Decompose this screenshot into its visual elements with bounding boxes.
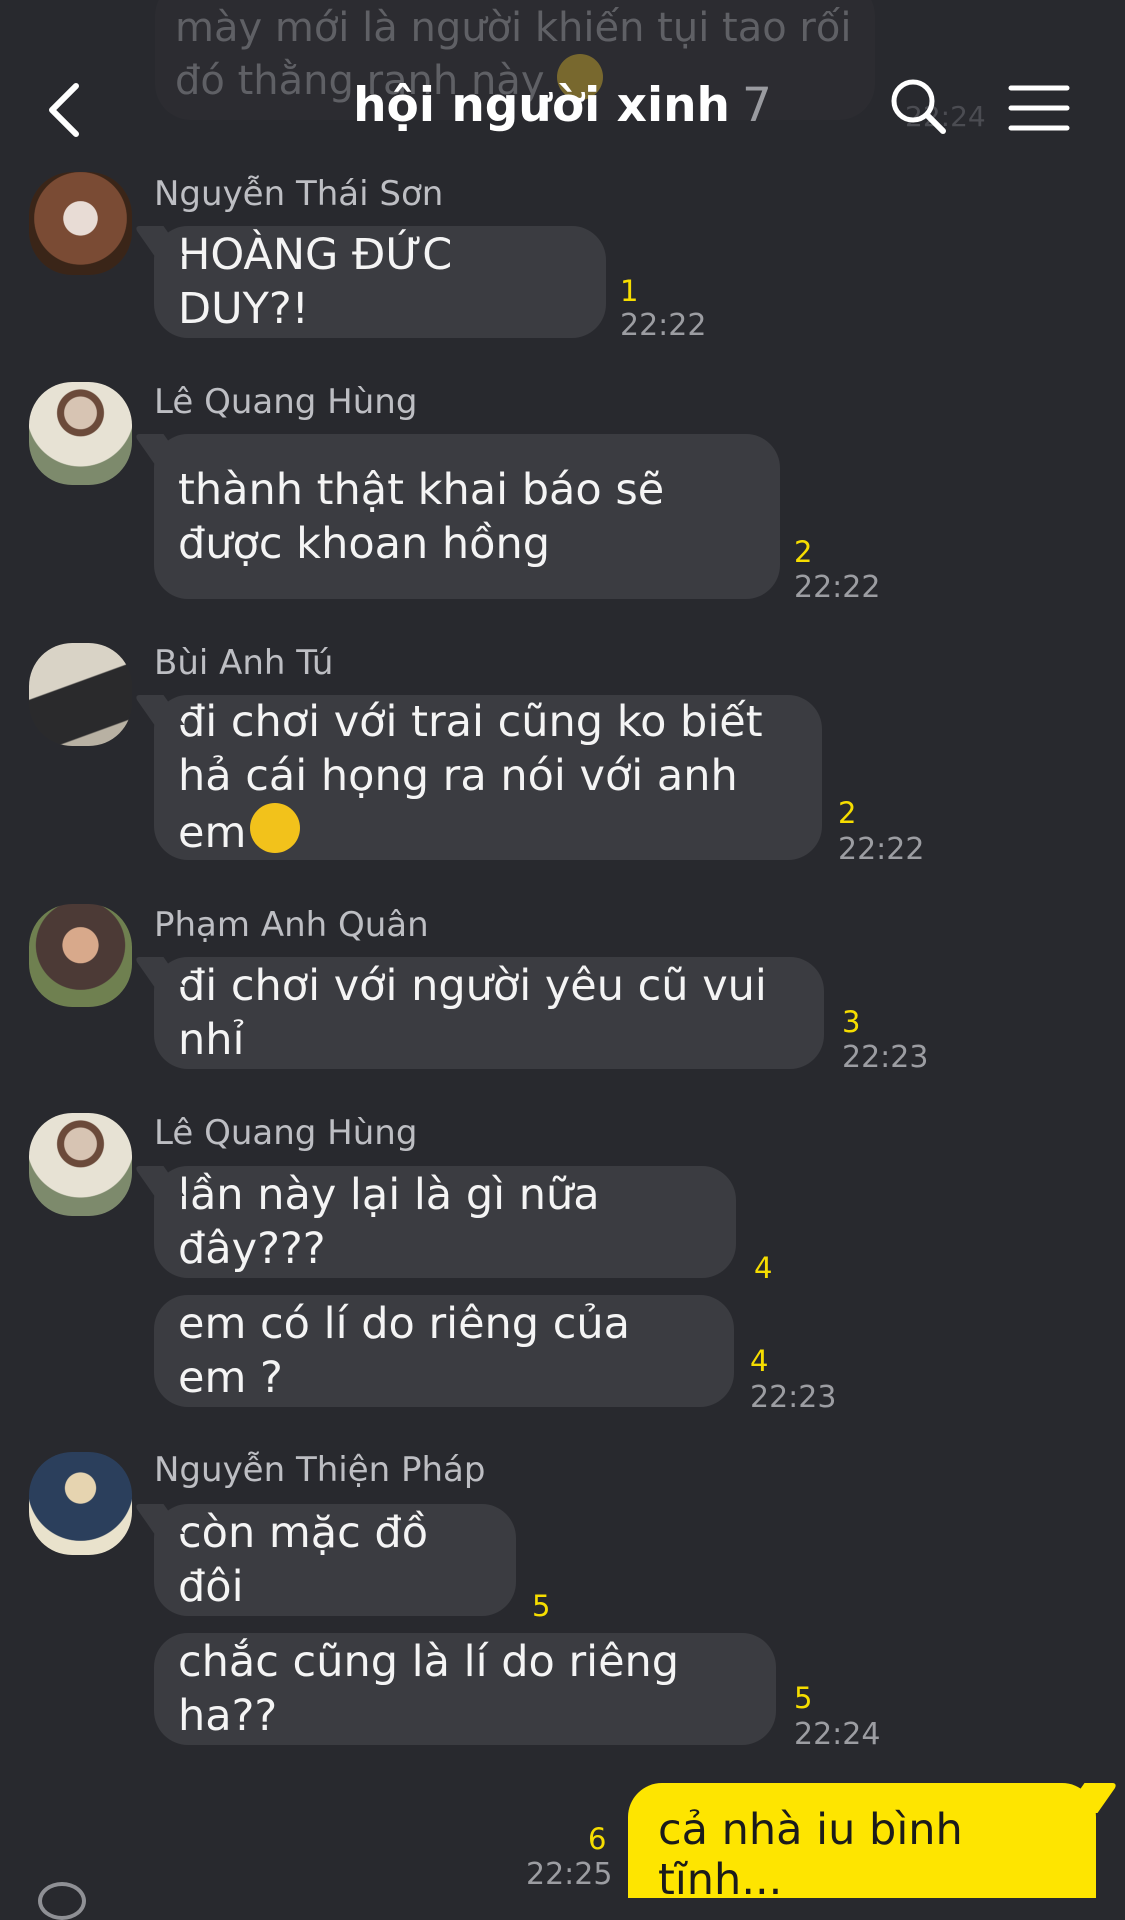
- message-bubble[interactable]: đi chơi với trai cũng ko biết hả cái họn…: [154, 695, 822, 860]
- message-bubble[interactable]: em có lí do riêng của em ?: [154, 1295, 734, 1407]
- my-message-time: 22:25: [526, 1857, 613, 1892]
- message-time: 22:22: [620, 308, 707, 343]
- unread-count: 5: [794, 1681, 813, 1715]
- my-message-bubble[interactable]: cả nhà iu bình tĩnh...: [628, 1783, 1096, 1905]
- message-text: chắc cũng là lí do riêng ha??: [178, 1637, 680, 1741]
- chat-name: hội người xinh: [353, 78, 730, 133]
- smile-emoji-icon: [250, 803, 301, 853]
- avatar[interactable]: [29, 1452, 132, 1555]
- unread-count: 4: [750, 1344, 769, 1378]
- message-bubble[interactable]: đi chơi với người yêu cũ vui nhỉ: [154, 957, 824, 1069]
- unread-count: 2: [794, 535, 813, 569]
- avatar[interactable]: [29, 172, 132, 275]
- avatar[interactable]: [29, 904, 132, 1007]
- sender-name: Lê Quang Hùng: [154, 1113, 418, 1153]
- unread-count: 4: [754, 1251, 773, 1285]
- message-time: 22:22: [794, 570, 881, 605]
- message-bubble[interactable]: còn mặc đồ đôi: [154, 1504, 516, 1616]
- member-count: 7: [742, 78, 772, 133]
- message-text: thành thật khai báo sẽ được khoan hồng: [178, 464, 665, 569]
- unread-count: 5: [532, 1589, 551, 1623]
- message-text: lần này lại là gì nữa đây???: [178, 1170, 600, 1274]
- sender-name: Bùi Anh Tú: [154, 643, 334, 683]
- sender-name: Nguyễn Thái Sơn: [154, 174, 444, 214]
- search-button[interactable]: [888, 76, 948, 136]
- avatar[interactable]: [29, 382, 132, 485]
- sender-name: Nguyễn Thiện Pháp: [154, 1450, 486, 1490]
- message-text: HOÀNG ĐỨC DUY?!: [178, 230, 453, 334]
- chat-header: hội người xinh 7: [0, 58, 1125, 158]
- message-time: 22:24: [794, 1717, 881, 1752]
- sender-name: Lê Quang Hùng: [154, 382, 418, 422]
- message-text: còn mặc đồ đôi: [178, 1508, 429, 1612]
- chat-title: hội người xinh 7: [0, 78, 1125, 133]
- message-bubble[interactable]: chắc cũng là lí do riêng ha??: [154, 1633, 776, 1745]
- next-avatar-edge: [38, 1882, 86, 1920]
- unread-count: 2: [838, 796, 857, 830]
- message-text: em có lí do riêng của em ?: [178, 1299, 631, 1403]
- search-icon: [891, 79, 946, 134]
- avatar[interactable]: [29, 1113, 132, 1216]
- message-text: đi chơi với trai cũng ko biết hả cái họn…: [178, 697, 763, 858]
- avatar[interactable]: [29, 643, 132, 746]
- hamburger-menu-icon: [1008, 85, 1070, 131]
- message-time: 22:23: [750, 1380, 837, 1415]
- message-bubble[interactable]: thành thật khai báo sẽ được khoan hồng: [154, 434, 780, 599]
- my-message-text: cả nhà iu bình tĩnh...: [658, 1805, 963, 1905]
- sender-name: Phạm Anh Quân: [154, 905, 429, 945]
- message-time: 22:23: [842, 1040, 929, 1075]
- unread-count: 1: [620, 274, 639, 308]
- unread-count: 3: [842, 1005, 861, 1039]
- my-unread-count: 6: [588, 1822, 607, 1856]
- message-time: 22:22: [838, 832, 925, 867]
- menu-button[interactable]: [1008, 83, 1070, 133]
- message-bubble[interactable]: HOÀNG ĐỨC DUY?!: [154, 226, 606, 338]
- message-bubble[interactable]: lần này lại là gì nữa đây???: [154, 1166, 736, 1278]
- message-text: đi chơi với người yêu cũ vui nhỉ: [178, 961, 767, 1065]
